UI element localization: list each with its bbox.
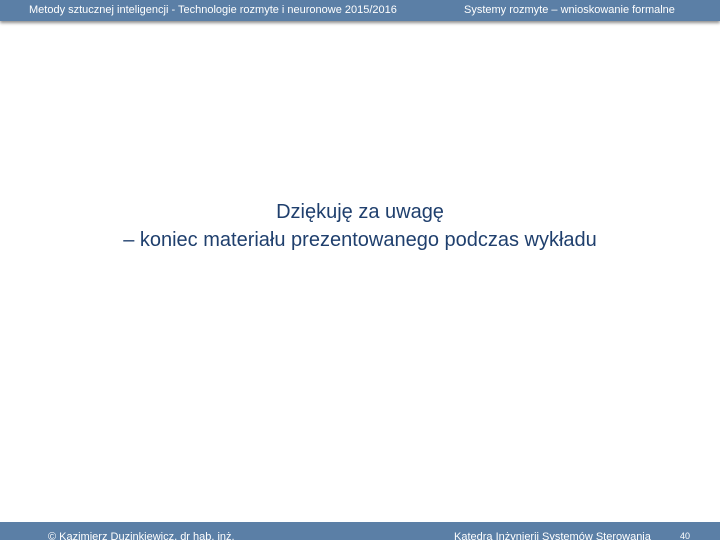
page-number: 40 xyxy=(680,531,691,541)
closing-message: Dziękuję za uwagę – koniec materiału pre… xyxy=(0,198,720,254)
thank-you-line: Dziękuję za uwagę xyxy=(276,201,444,223)
course-title: Metody sztucznej inteligencji - Technolo… xyxy=(29,4,397,16)
author-credit: © Kazimierz Duzinkiewicz, dr hab. inż. xyxy=(48,531,235,543)
lecture-title: Systemy rozmyte – wnioskowanie formalne xyxy=(464,4,675,16)
department-name: Katedra Inżynierii Systemów Sterowania xyxy=(454,531,651,543)
end-of-material-line: – koniec materiału prezentowanego podcza… xyxy=(123,229,597,251)
